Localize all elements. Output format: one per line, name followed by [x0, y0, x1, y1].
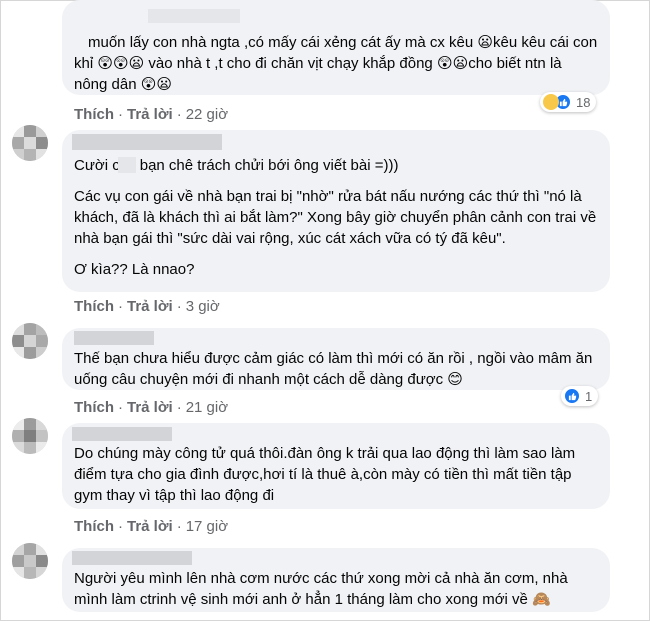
reaction-count: 18	[576, 94, 591, 110]
separator: ·	[118, 399, 123, 416]
reaction-count: 1	[585, 388, 593, 404]
comment-bubble-4: Do chúng mày công tử quá thôi.đàn ông k …	[62, 423, 610, 509]
reply-button[interactable]: Trả lời	[127, 518, 173, 535]
comment-timestamp[interactable]: 17 giờ	[186, 518, 228, 535]
blurred-commenter-name	[72, 427, 172, 441]
comment-bubble-1: muốn lấy con nhà ngta ,có mấy cái xẻng c…	[62, 0, 610, 95]
comment-paragraph: Cười các bạn chê trách chửi bới ông viết…	[74, 157, 399, 174]
comment-timestamp[interactable]: 22 giờ	[186, 106, 228, 123]
comment-bubble-3: Thế bạn chưa hiểu được cảm giác có làm t…	[62, 328, 610, 390]
reaction-summary-1[interactable]: 18	[540, 92, 597, 112]
comment-actions-3: Thích · Trả lời · 21 giờ	[74, 398, 228, 418]
reply-button[interactable]: Trả lời	[127, 106, 173, 123]
separator: ·	[118, 298, 123, 315]
like-button[interactable]: Thích	[74, 106, 114, 123]
separator: ·	[118, 518, 123, 535]
comment-paragraph: Ơ kìa?? Là nnao?	[74, 261, 195, 278]
comment-paragraph: Do chúng mày công tử quá thôi.đàn ông k …	[74, 445, 576, 504]
comment-paragraph: Các vụ con gái về nhà bạn trai bị "nhờ" …	[74, 188, 597, 247]
avatar[interactable]	[12, 418, 48, 454]
blurred-commenter-name	[72, 551, 192, 565]
comment-paragraph: Thế bạn chưa hiểu được cảm giác có làm t…	[74, 350, 593, 388]
blurred-commenter-name	[74, 331, 154, 345]
separator: ·	[176, 106, 182, 123]
like-icon	[564, 388, 580, 404]
comment-text-1: muốn lấy con nhà ngta ,có mấy cái xẻng c…	[74, 34, 598, 93]
separator: ·	[176, 399, 182, 416]
blurred-mention	[118, 157, 136, 173]
comment-text: muốn lấy con nhà ngta ,có mấy cái xẻng c…	[62, 32, 610, 95]
comment-paragraph: Người yêu mình lên nhà cơm nước các thứ …	[74, 570, 568, 608]
comment-actions-4: Thích · Trả lời · 17 giờ	[74, 517, 228, 537]
haha-icon	[543, 94, 559, 110]
reaction-summary-3[interactable]: 1	[561, 386, 599, 406]
reply-button[interactable]: Trả lời	[127, 298, 173, 315]
comment-actions-1: Thích · Trả lời · 22 giờ	[74, 105, 228, 125]
like-button[interactable]: Thích	[74, 518, 114, 535]
comment-bubble-5: Người yêu mình lên nhà cơm nước các thứ …	[62, 548, 610, 612]
like-button[interactable]: Thích	[74, 298, 114, 315]
avatar[interactable]	[12, 543, 48, 579]
reply-button[interactable]: Trả lời	[127, 399, 173, 416]
avatar[interactable]	[12, 125, 48, 161]
comment-timestamp[interactable]: 3 giờ	[186, 298, 220, 315]
comment-timestamp[interactable]: 21 giờ	[186, 399, 228, 416]
separator: ·	[176, 298, 182, 315]
avatar[interactable]	[12, 323, 48, 359]
separator: ·	[176, 518, 182, 535]
blurred-commenter-name	[72, 134, 222, 150]
comment-actions-2: Thích · Trả lời · 3 giờ	[74, 297, 220, 317]
blurred-commenter-name	[148, 9, 240, 23]
separator: ·	[118, 106, 123, 123]
like-button[interactable]: Thích	[74, 399, 114, 416]
comment-bubble-2: Cười các bạn chê trách chửi bới ông viết…	[62, 130, 610, 292]
